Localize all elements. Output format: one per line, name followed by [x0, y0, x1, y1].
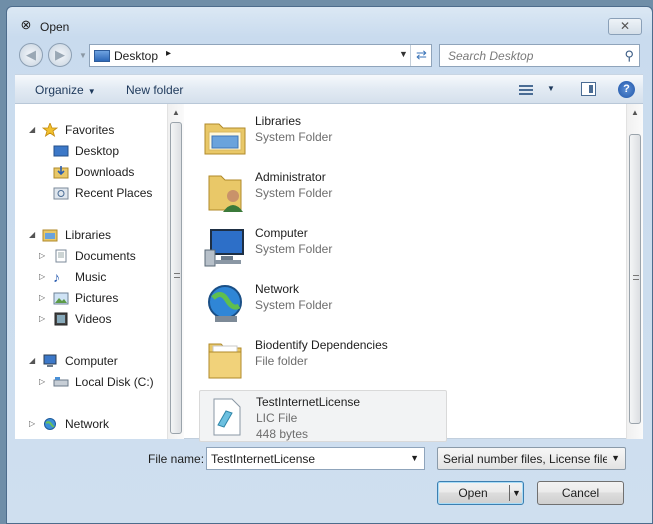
lic-file-icon — [204, 395, 248, 439]
documents-icon — [53, 249, 69, 263]
expand-icon[interactable]: ▷ — [39, 272, 48, 281]
list-item-selected[interactable]: TestInternetLicense LIC File 448 bytes — [199, 390, 447, 442]
list-item[interactable]: Network System Folder — [199, 278, 447, 330]
desktop-icon — [94, 50, 110, 62]
open-button[interactable]: Open ▼ — [437, 481, 524, 505]
list-item[interactable]: Computer System Folder — [199, 222, 447, 274]
close-button[interactable]: ✕ — [608, 18, 642, 35]
recent-places-icon — [53, 186, 69, 200]
nav-pane-scrollbar[interactable]: ▲ — [167, 104, 184, 439]
cancel-button[interactable]: Cancel — [537, 481, 624, 505]
expand-icon[interactable]: ▷ — [29, 419, 38, 428]
network-globe-icon — [203, 282, 247, 326]
preview-pane-icon[interactable] — [581, 82, 596, 96]
chevron-down-icon[interactable]: ▼ — [410, 453, 419, 463]
open-dialog: ⊗ Open ✕ ◀ ▶ ▼ Desktop ▸ ▼ ⇄ Search Desk… — [6, 6, 653, 524]
file-type-filter[interactable]: Serial number files, License files ▼ — [437, 447, 626, 470]
chevron-down-icon: ▼ — [87, 87, 96, 96]
address-bar[interactable]: Desktop ▸ ▼ ⇄ — [89, 44, 432, 67]
expand-icon[interactable]: ▷ — [39, 251, 48, 260]
libraries-folder-icon — [203, 114, 247, 158]
list-item[interactable]: Libraries System Folder — [199, 110, 447, 162]
music-icon: ♪ — [53, 269, 60, 285]
scrollbar-thumb[interactable] — [170, 122, 182, 434]
expand-icon[interactable]: ▷ — [39, 293, 48, 302]
star-icon — [41, 121, 59, 137]
downloads-icon — [53, 165, 69, 179]
forward-button[interactable]: ▶ — [48, 43, 72, 67]
help-icon[interactable]: ? — [618, 81, 635, 98]
disk-icon — [53, 375, 69, 389]
list-item[interactable]: Biodentify Dependencies File folder — [199, 334, 447, 386]
file-list-scrollbar[interactable]: ▲ — [626, 104, 643, 439]
search-icon[interactable]: ⚲ — [624, 48, 634, 64]
change-view-icon[interactable] — [519, 83, 535, 97]
computer-icon — [203, 226, 247, 270]
recent-locations-dropdown-icon[interactable]: ▼ — [79, 51, 87, 60]
pictures-icon — [53, 291, 69, 305]
new-folder-button[interactable]: New folder — [126, 83, 183, 97]
network-icon — [42, 417, 58, 431]
file-type-value: Serial number files, License files — [443, 452, 607, 466]
file-name-field[interactable]: TestInternetLicense ▼ — [206, 447, 425, 470]
user-folder-icon — [203, 170, 247, 214]
forward-arrow-icon: ▶ — [55, 47, 65, 62]
collapse-icon[interactable]: ◢ — [29, 230, 38, 239]
videos-icon — [53, 312, 69, 326]
search-input[interactable]: Search Desktop ⚲ — [439, 44, 640, 67]
view-options-dropdown-icon[interactable]: ▼ — [547, 84, 555, 93]
chevron-down-icon[interactable]: ▼ — [611, 453, 620, 463]
breadcrumb-chevron-icon[interactable]: ▸ — [166, 48, 171, 59]
libraries-icon — [42, 228, 58, 242]
navigation-pane: ◢ Favorites Desktop Downloads Recent Pla… — [15, 104, 167, 439]
collapse-icon[interactable]: ◢ — [29, 125, 38, 134]
scrollbar-thumb[interactable] — [629, 134, 641, 424]
computer-icon — [42, 354, 58, 368]
list-item[interactable]: Administrator System Folder — [199, 166, 447, 218]
file-list: Libraries System Folder Administrator Sy… — [187, 104, 624, 442]
title-bar: ⊗ Open ✕ — [7, 7, 652, 37]
file-name-label: File name: — [148, 452, 205, 466]
organize-button[interactable]: Organize ▼ — [35, 83, 96, 97]
back-arrow-icon: ◀ — [26, 47, 36, 62]
search-placeholder: Search Desktop — [448, 49, 534, 63]
collapse-icon[interactable]: ◢ — [29, 356, 38, 365]
scroll-up-icon[interactable]: ▲ — [627, 104, 643, 121]
refresh-icon[interactable]: ⇄ — [410, 45, 432, 66]
folder-icon — [203, 338, 247, 382]
address-location[interactable]: Desktop — [114, 49, 158, 63]
expand-icon[interactable]: ▷ — [39, 377, 48, 386]
desktop-icon — [53, 144, 69, 158]
expand-icon[interactable]: ▷ — [39, 314, 48, 323]
open-options-icon[interactable]: ▼ — [512, 482, 521, 504]
back-button[interactable]: ◀ — [19, 43, 43, 67]
scroll-up-icon[interactable]: ▲ — [168, 104, 184, 121]
open-dialog-icon: ⊗ — [20, 17, 32, 32]
command-bar: Organize ▼ New folder ▼ ? — [15, 74, 643, 104]
file-name-value[interactable]: TestInternetLicense — [211, 452, 315, 466]
browser-area: ◢ Favorites Desktop Downloads Recent Pla… — [15, 104, 643, 442]
address-dropdown-icon[interactable]: ▼ — [399, 49, 408, 59]
window-title: Open — [40, 20, 70, 34]
